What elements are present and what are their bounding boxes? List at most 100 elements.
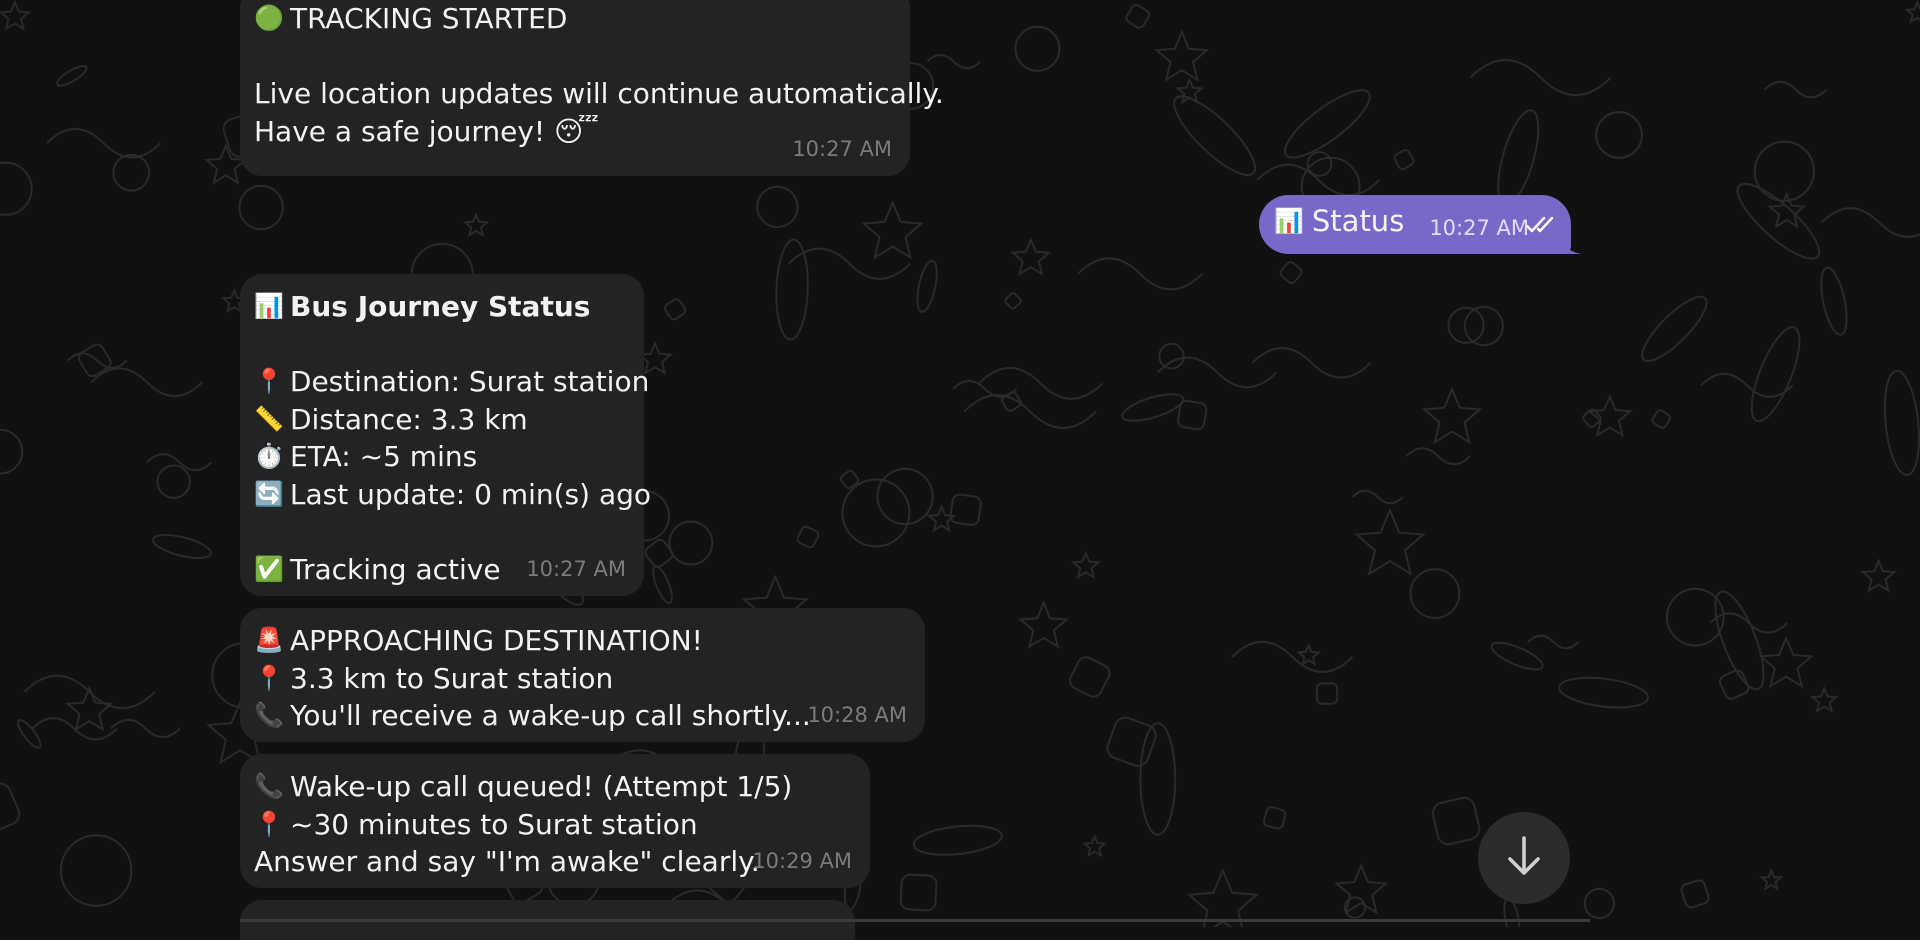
wallpaper-doodle [1121, 393, 1185, 422]
siren-icon: 🚨 [254, 626, 284, 654]
wallpaper-doodle [756, 185, 799, 229]
refresh-icon: 🔄 [254, 479, 284, 508]
wallpaper-doodle [1296, 642, 1321, 667]
wallpaper-doodle [1251, 347, 1372, 379]
wallpaper-doodle [1904, 0, 1920, 24]
wallpaper-doodle [1154, 29, 1210, 82]
wallpaper-doodle [1820, 207, 1920, 238]
wallpaper-doodle [1490, 641, 1544, 671]
message-text: Answer and say "I'm awake" clearly. [254, 845, 760, 878]
message-line: ⏱️ ETA: ~5 mins [254, 438, 628, 476]
message-line [254, 326, 628, 364]
message-time: 10:28 AM [807, 702, 907, 727]
wallpaper-doodle [462, 212, 490, 238]
pin-icon: 📍 [254, 663, 284, 692]
wallpaper-doodle [1173, 95, 1257, 177]
message-line: 📍 3.3 km to Surat station [254, 660, 909, 698]
message-text: Destination: Surat station [289, 365, 650, 398]
message-text: Live location updates will continue auto… [254, 77, 944, 110]
wallpaper-doodle [1231, 641, 1354, 673]
message-bubble: 📞 Wake-up call queued! (Attempt 1/5) 📍 ~30… [240, 754, 870, 888]
message-text: APPROACHING DESTINATION! [290, 624, 703, 657]
message-bubble: 📊 Bus Journey Status 📍 Destination: Surat … [240, 274, 651, 596]
wallpaper-doodle [1409, 568, 1461, 619]
wallpaper-doodle [1497, 109, 1540, 207]
wallpaper-doodle [1158, 342, 1185, 370]
bar-chart-icon: 📊 [254, 292, 284, 320]
wallpaper-doodle [0, 161, 33, 216]
message-line [254, 38, 894, 76]
message-line: 🔄 Last update: 0 min(s) ago [254, 476, 651, 514]
wallpaper-doodle [963, 394, 1097, 430]
message-text: ~30 minutes to Surat station [290, 807, 698, 841]
message-line [254, 513, 628, 551]
wallpaper-doodle [1069, 656, 1111, 698]
message-line: 📞 Wake-up call queued! (Attempt 1/5) [254, 768, 854, 806]
message-text: Wake-up call queued! (Attempt 1/5) [290, 770, 793, 803]
message-bubble: 🚨 APPROACHING DESTINATION! 📍 3.3 km to Sur… [240, 608, 925, 742]
message-line: Live location updates will continue auto… [254, 75, 944, 113]
check-mark-icon: ✅ [254, 554, 284, 583]
message-line: 📊 Status [1274, 203, 1404, 241]
wallpaper-doodle [1700, 372, 1794, 398]
message-time: 10:29 AM [752, 848, 852, 873]
wallpaper-doodle [1177, 399, 1208, 431]
wallpaper-doodle [1156, 356, 1278, 389]
wallpaper-doodle [1393, 148, 1415, 171]
wallpaper-doodle [916, 259, 938, 313]
message-time: 10:27 AM [792, 136, 892, 161]
message-text: Tracking active [290, 552, 501, 586]
wallpaper-doodle [1256, 163, 1381, 197]
wallpaper-doodle [65, 685, 114, 732]
message-bubble: 🟢 TRACKING STARTED Live location updates … [240, 0, 944, 176]
wallpaper-doodle [899, 873, 938, 912]
phone-icon: 📞 [254, 701, 284, 729]
outgoing-message-bubble: 📊 Status 10:27 AM [1259, 195, 1571, 254]
message-text: Distance: 3.3 km [290, 402, 528, 436]
message-text: Bus Journey Status [290, 290, 591, 323]
stopwatch-icon: ⏱️ [254, 442, 284, 470]
message-line: 🟢 TRACKING STARTED [254, 0, 894, 38]
message-line: 📍 Destination: Surat station [254, 363, 649, 401]
wallpaper-doodle [1014, 25, 1061, 72]
message-text: Last update: 0 min(s) ago [289, 477, 652, 511]
wallpaper-doodle [1759, 867, 1784, 891]
wallpaper-doodle [90, 367, 204, 397]
wallpaper-doodle [1125, 3, 1151, 29]
message-text: 3.3 km to Surat station [290, 661, 614, 695]
wallpaper-doodle [46, 128, 162, 159]
double-check-icon [1525, 206, 1559, 244]
wallpaper-doodle [1106, 716, 1157, 767]
pin-icon: 📍 [254, 367, 284, 395]
wallpaper-doodle [775, 238, 809, 341]
wallpaper-doodle [1809, 685, 1839, 714]
wallpaper-doodle [926, 53, 981, 70]
wallpaper-doodle [1651, 409, 1671, 429]
message-text: Status [1311, 204, 1405, 238]
message-time: 10:27 AM [526, 556, 626, 581]
bar-chart-icon: 📊 [1274, 207, 1304, 235]
wallpaper-doodle [1004, 292, 1022, 310]
wallpaper-doodle [1758, 635, 1814, 689]
wallpaper-doodle [1714, 590, 1765, 691]
wallpaper-doodle [1595, 111, 1643, 159]
message-text: Have a safe journey! 😴 [254, 114, 599, 148]
wallpaper-doodle [146, 453, 213, 472]
scroll-down-button[interactable] [1478, 812, 1570, 904]
message-line: 📏 Distance: 3.3 km [254, 401, 628, 439]
wallpaper-doodle [1139, 722, 1177, 836]
bubble-tail [1560, 236, 1582, 254]
wallpaper-doodle [1469, 58, 1612, 97]
wallpaper-doodle [1447, 306, 1485, 344]
wallpaper-doodle [1315, 682, 1339, 705]
wallpaper-doodle [1883, 369, 1920, 476]
green-circle-icon: 🟢 [254, 4, 284, 32]
wallpaper-doodle [1351, 489, 1404, 505]
wallpaper-doodle [1334, 862, 1389, 915]
wallpaper-doodle [1753, 140, 1815, 202]
bottom-divider [240, 919, 1590, 922]
wallpaper-doodle [861, 200, 924, 260]
wallpaper-doodle [841, 478, 911, 548]
wallpaper-doodle [238, 184, 284, 231]
wallpaper-doodle [1070, 550, 1101, 580]
